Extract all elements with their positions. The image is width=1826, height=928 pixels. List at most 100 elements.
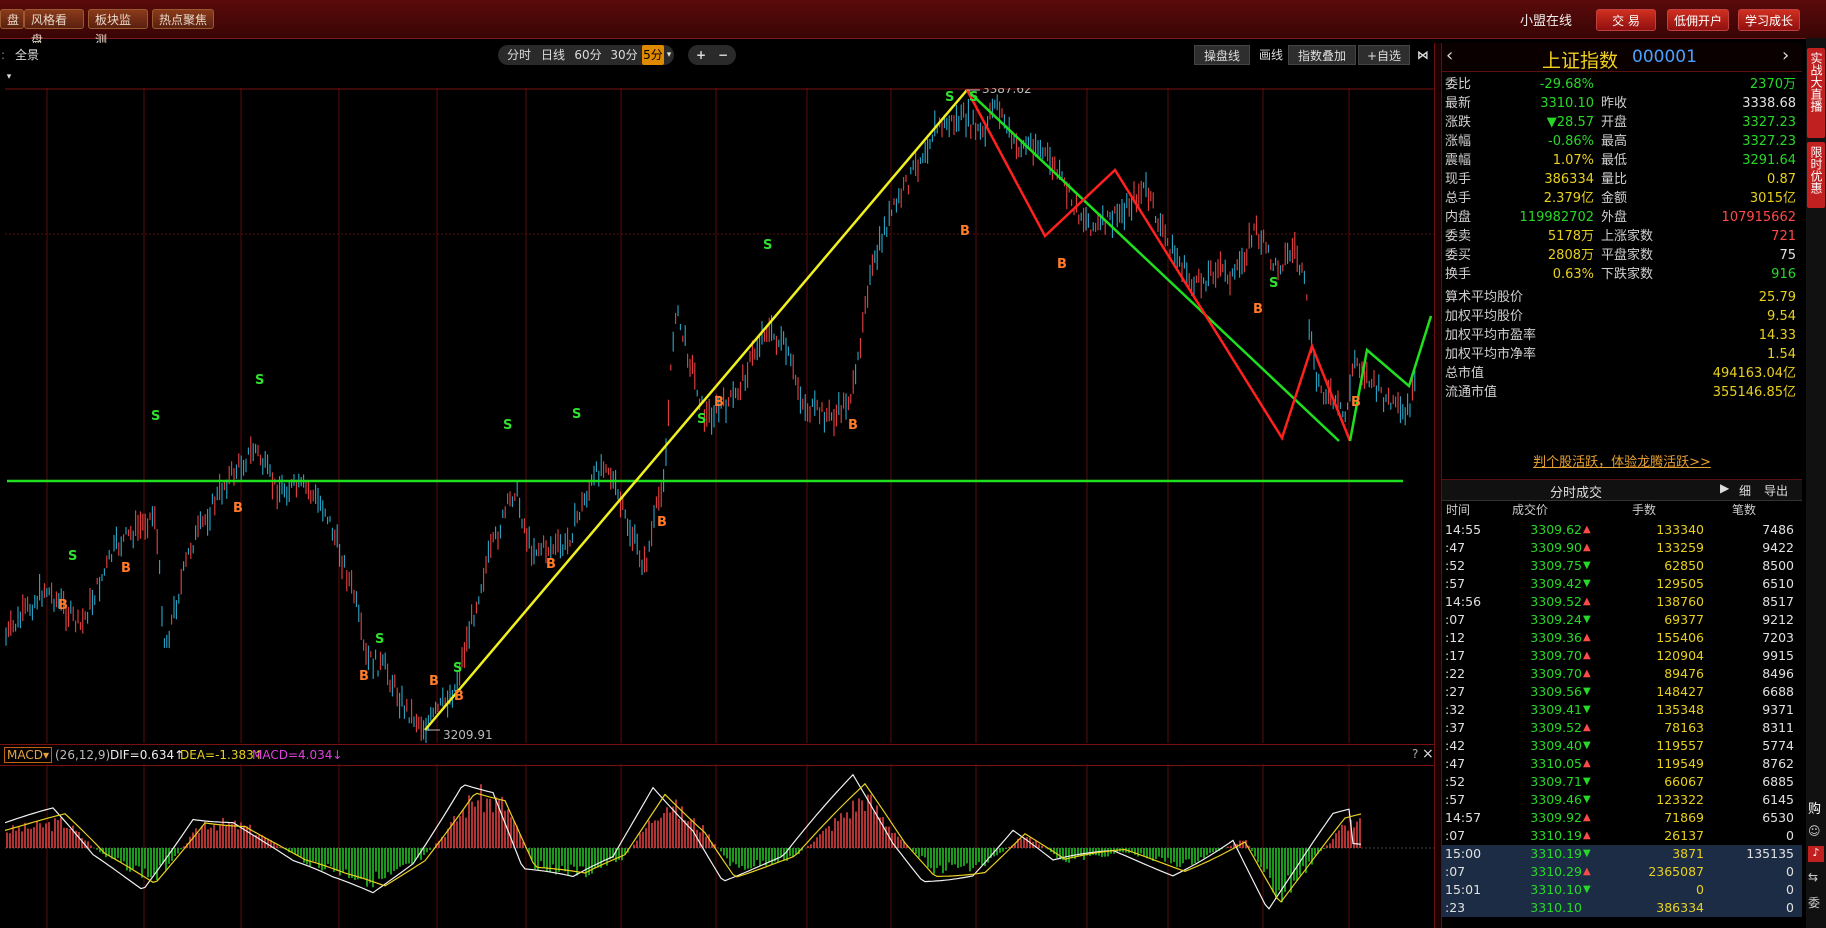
trade-volume: 71869 — [1664, 810, 1704, 825]
trade-row[interactable]: :07 3309.24 ▼ 69377 9212 — [1442, 611, 1802, 629]
trade-row[interactable]: :17 3309.70 ▲ 120904 9915 — [1442, 647, 1802, 665]
menu-caret-icon[interactable]: ▾ — [2, 67, 16, 87]
sector-monitor-button[interactable]: 板块监测 — [88, 9, 148, 47]
play-icon[interactable]: ▶ — [1720, 481, 1729, 495]
sell-marker: S — [503, 418, 512, 433]
close-icon[interactable]: × — [1422, 746, 1434, 762]
trade-direction: ▼ — [1583, 740, 1591, 751]
trade-time: :07 — [1445, 828, 1466, 843]
trade-row[interactable]: :42 3309.40 ▼ 119557 5774 — [1442, 737, 1802, 755]
stock-name: 上证指数 — [1542, 50, 1619, 72]
trade-direction: ▼ — [1583, 704, 1591, 715]
index-overlay-button[interactable]: 指数叠加 — [1288, 45, 1356, 65]
trade-direction: ▼ — [1583, 560, 1591, 571]
trade-row[interactable]: :57 3309.42 ▼ 129505 6510 — [1442, 575, 1802, 593]
zoom-out-button[interactable]: − — [714, 45, 732, 65]
trade-direction: ▼ — [1583, 776, 1591, 787]
trade-direction: ▲ — [1583, 866, 1591, 877]
trade-price: 3309.41 — [1530, 702, 1582, 717]
user-icon[interactable]: ☺ — [1808, 824, 1821, 838]
macd-indicator-select[interactable]: MACD▾ — [4, 747, 53, 763]
trade-row[interactable]: :47 3309.90 ▲ 133259 9422 — [1442, 539, 1802, 557]
trade-row[interactable]: 14:55 3309.62 ▲ 133340 7486 — [1442, 521, 1802, 539]
chevron-down-icon[interactable]: ▾ — [664, 45, 674, 65]
trade-row[interactable]: :32 3309.41 ▼ 135348 9371 — [1442, 701, 1802, 719]
trade-row[interactable]: :47 3310.05 ▲ 119549 8762 — [1442, 755, 1802, 773]
trade-volume: 129505 — [1656, 576, 1704, 591]
quote-label: 下跌家数 — [1601, 267, 1654, 282]
buy-marker: B — [1057, 257, 1067, 272]
style-view-button[interactable]: 风格看盘 — [24, 9, 84, 47]
trade-volume: 3871 — [1672, 846, 1704, 861]
trade-direction: ▼ — [1583, 686, 1591, 697]
promo-link[interactable]: 判个股活跃，体验龙腾活跃>> — [1442, 451, 1802, 470]
trades-column-headers: 时间 成交价 手数 笔数 — [1442, 501, 1802, 519]
add-favorite-button[interactable]: +自选 — [1358, 45, 1410, 65]
macd-chart[interactable] — [5, 764, 1435, 928]
quote-panel: ‹ 上证指数 000001 › 委比 -29.68% 2370万 最新 3310.10 昨… — [1441, 43, 1802, 928]
trade-row[interactable]: :27 3309.56 ▼ 148427 6688 — [1442, 683, 1802, 701]
trade-price: 3309.75 — [1530, 558, 1582, 573]
collapse-icon[interactable]: ⋈ — [1416, 45, 1430, 65]
low-fee-account-button[interactable]: 低佣开户 — [1667, 9, 1729, 31]
trade-volume: 133340 — [1656, 522, 1704, 537]
trade-count: 8500 — [1762, 558, 1794, 573]
hot-focus-button[interactable]: 热点聚焦 — [152, 9, 214, 29]
prev-stock-icon[interactable]: ‹ — [1446, 45, 1453, 66]
live-tab[interactable]: 实战大直播 — [1807, 48, 1825, 138]
sell-side-button[interactable]: 委 — [1808, 894, 1820, 911]
full-view-button[interactable]: 全景 — [12, 45, 42, 65]
buy-side-button[interactable]: 购 — [1808, 798, 1821, 817]
period-daily[interactable]: 日线 — [538, 45, 568, 65]
trade-row[interactable]: 15:01 3310.10 ▼ 0 0 — [1442, 881, 1802, 899]
trade-row[interactable]: :07 3310.29 ▲ 2365087 0 — [1442, 863, 1802, 881]
trade-line-button[interactable]: 操盘线 — [1194, 45, 1250, 65]
trade-volume: 89476 — [1664, 666, 1704, 681]
trade-time: :22 — [1445, 666, 1466, 681]
macd-dif: DIF=0.634↑ — [110, 748, 185, 762]
trade-row[interactable]: :07 3310.19 ▲ 26137 0 — [1442, 827, 1802, 845]
macd-value: MACD=4.034↓ — [252, 748, 343, 762]
quote-label: 换手 — [1445, 267, 1472, 282]
trade-time: 15:01 — [1445, 882, 1482, 897]
trade-row[interactable]: :22 3309.70 ▲ 89476 8496 — [1442, 665, 1802, 683]
next-stock-icon[interactable]: › — [1782, 45, 1789, 66]
period-30min[interactable]: 30分 — [608, 45, 640, 65]
price-chart[interactable]: SSSSSSS SSS SSBBBB BBBBBBBBBB 3387.62 3209.… — [5, 88, 1435, 743]
period-intraday[interactable]: 分时 — [504, 45, 534, 65]
high-price-label: 3387.62 — [982, 88, 1032, 96]
export-button[interactable]: 导出 — [1764, 482, 1788, 499]
learn-button[interactable]: 学习成长 — [1738, 9, 1800, 31]
trade-row[interactable]: :23 3310.10 386334 0 — [1442, 899, 1802, 917]
offer-tab[interactable]: 限时优惠 — [1807, 142, 1825, 208]
trade-volume: 120904 — [1656, 648, 1704, 663]
trade-time: :07 — [1445, 612, 1466, 627]
panel-separator[interactable] — [1434, 43, 1441, 928]
trade-row[interactable]: 15:00 3310.19 ▼ 3871 135135 — [1442, 845, 1802, 863]
trade-row[interactable]: :57 3309.46 ▼ 123322 6145 — [1442, 791, 1802, 809]
buy-marker: B — [960, 224, 970, 239]
detail-button[interactable]: 细 — [1739, 482, 1751, 499]
zoom-in-button[interactable]: + — [692, 45, 710, 65]
trade-row[interactable]: :52 3309.75 ▼ 62850 8500 — [1442, 557, 1802, 575]
trade-price: 3309.40 — [1530, 738, 1582, 753]
trade-row[interactable]: :52 3309.71 ▼ 66067 6885 — [1442, 773, 1802, 791]
trade-price: 3309.56 — [1530, 684, 1582, 699]
trade-row[interactable]: 14:56 3309.52 ▲ 138760 8517 — [1442, 593, 1802, 611]
period-5min[interactable]: 5分 — [642, 45, 664, 65]
trade-price: 3310.19 — [1530, 846, 1582, 861]
draw-line-button[interactable]: 画线 — [1256, 45, 1286, 65]
trade-row[interactable]: :12 3309.36 ▲ 155406 7203 — [1442, 629, 1802, 647]
trade-time: :23 — [1445, 900, 1466, 915]
buy-marker: B — [359, 669, 369, 684]
macd-params: (26,12,9) — [55, 748, 111, 762]
trade-count: 6145 — [1762, 792, 1794, 807]
period-60min[interactable]: 60分 — [572, 45, 604, 65]
bell-icon[interactable]: ♪ — [1808, 846, 1824, 862]
trade-row[interactable]: 14:57 3309.92 ▲ 71869 6530 — [1442, 809, 1802, 827]
tool-icon[interactable]: ⇆ — [1808, 870, 1818, 884]
market-button[interactable]: 盘 — [0, 9, 24, 29]
trade-button[interactable]: 交 易 — [1596, 9, 1656, 31]
trade-row[interactable]: :37 3309.52 ▲ 78163 8311 — [1442, 719, 1802, 737]
help-icon[interactable]: ? — [1412, 747, 1418, 761]
